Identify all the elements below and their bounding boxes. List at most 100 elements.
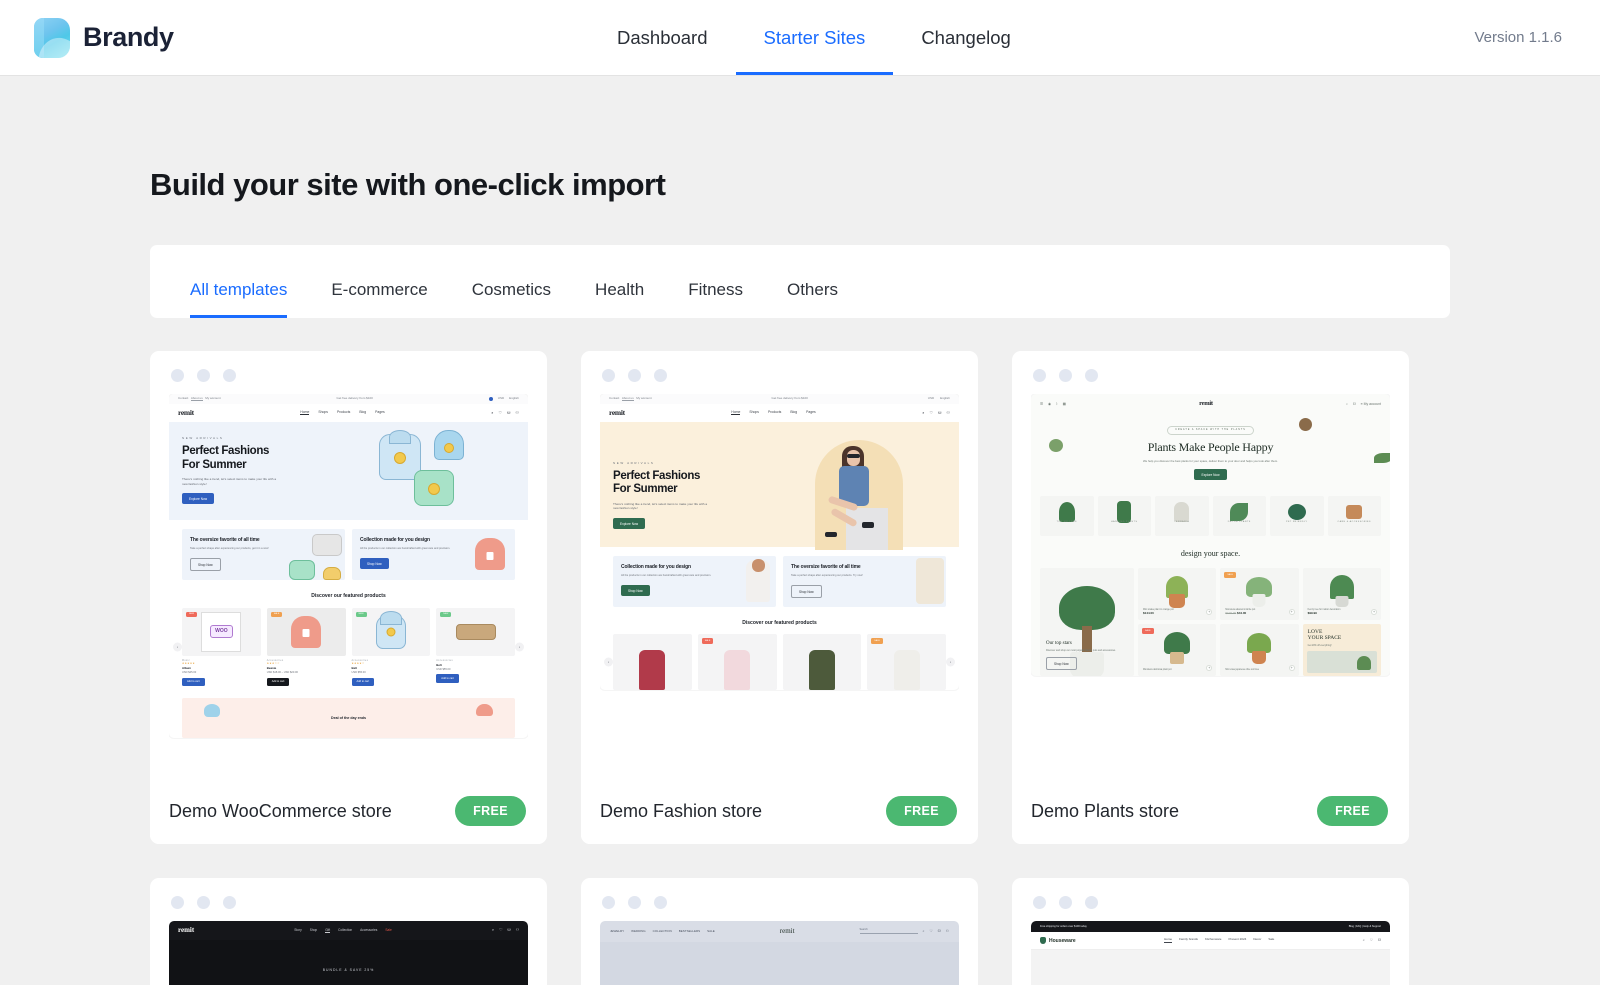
preview-banner-cta: Shop Now	[360, 558, 389, 570]
preview-subtext: We help you discover the best plants for…	[1143, 458, 1278, 463]
browser-dot-icon	[197, 369, 210, 382]
browser-dot-icon	[628, 369, 641, 382]
carousel-next-icon: ›	[946, 657, 955, 667]
search-icon: ⌕	[1362, 938, 1365, 943]
version-label: Version 1.1.6	[1474, 29, 1562, 46]
preview-nav-link: Accessories	[360, 927, 378, 932]
nav-item-changelog[interactable]: Changelog	[893, 0, 1039, 75]
preview-product: SALE Monstera deliciosa plant pot +	[1138, 624, 1217, 677]
brandy-b-logo-icon	[34, 17, 70, 58]
link-icon: ⌇	[1056, 401, 1058, 406]
preview-category: CARE & ACCESSORIES	[1327, 496, 1381, 537]
product-rating: ★★★☆☆	[266, 662, 280, 666]
preview-nav-link: Pages	[806, 409, 816, 414]
add-icon: +	[1206, 665, 1213, 672]
hat-illustration	[323, 567, 341, 581]
category-label: CARE & ACCESSORIES	[1337, 521, 1371, 524]
preview-nav-link: Blog	[359, 410, 367, 415]
promo-line-3: Get 20% off everything!	[1307, 645, 1332, 648]
brand-name: Brandy	[83, 22, 174, 52]
cart-icon: ⛁	[507, 928, 511, 932]
browser-dot-icon	[602, 369, 615, 382]
tab-cosmetics[interactable]: Cosmetics	[450, 280, 573, 318]
menu-icon: ☰	[1040, 401, 1044, 406]
preview-product: SALE	[867, 634, 946, 691]
template-card-woocommerce[interactable]: Contact About us My account Get free del…	[150, 351, 547, 844]
model-hair	[752, 559, 765, 573]
preview-cta-button: Explore Now	[613, 518, 646, 530]
preview-pill: CREATE A SPACE WITH THE PLANTS	[1167, 426, 1254, 435]
product-tag: SALE	[871, 638, 883, 645]
product-name: Monstera deliciosa plant pot	[1143, 669, 1172, 672]
template-card-dark[interactable]: remit Story Shop Gift Collection Accesso…	[150, 878, 547, 985]
product-tag: NEW	[440, 611, 452, 618]
product-price: USD $45.00	[182, 670, 197, 674]
announcement-right: Blog | FAQ | Help & Support	[1348, 925, 1381, 928]
search-icon: ⌕	[491, 410, 494, 416]
hero-pedestal	[846, 508, 888, 551]
preview-topbar-link: Contact	[609, 396, 620, 400]
cart-icon: ⛁	[507, 410, 511, 416]
template-card-jewelry[interactable]: JEWELRY WEDDING COLLECTION BESTSELLERS S…	[581, 878, 978, 985]
preview-nav-link: WEDDING	[631, 928, 646, 933]
preview-category: HANGING PLANTS	[1097, 496, 1151, 537]
browser-dot-icon	[223, 896, 236, 909]
nav-item-starter-sites[interactable]: Starter Sites	[735, 0, 894, 75]
tab-e-commerce[interactable]: E-commerce	[309, 280, 449, 318]
tab-others[interactable]: Others	[765, 280, 860, 318]
preview-topbar-promo: Get free delivery from $100	[771, 396, 808, 400]
browser-dot-icon	[197, 896, 210, 909]
preview-banner-cta: Shop Now	[791, 585, 822, 599]
template-preview-woocommerce: Contact About us My account Get free del…	[169, 394, 528, 778]
tab-health[interactable]: Health	[573, 280, 666, 318]
search-icon: ⌕	[922, 409, 925, 415]
add-to-cart-button: Add to cart	[266, 677, 290, 686]
preview-section-title: design your space.	[1180, 549, 1241, 559]
browser-dot-icon	[171, 896, 184, 909]
preview-currency: USD	[497, 396, 505, 401]
preview-product: Mini snake plant in orange pot $144.00 +	[1138, 568, 1217, 621]
preview-banner-1: The oversize favorite of all time Take a…	[182, 529, 345, 581]
shirt-illustration	[312, 534, 342, 557]
preview-nav-link: Home	[300, 410, 310, 416]
template-preview-houseware: Free shipping for orders over $100 today…	[1031, 921, 1390, 985]
heart-icon: ♡	[1369, 938, 1373, 943]
product-price: $144.00	[1143, 611, 1154, 616]
preview-logo: remit	[178, 408, 194, 417]
announcement-left: Free shipping for orders over $100 today	[1040, 925, 1087, 928]
template-card-houseware[interactable]: Free shipping for orders over $100 today…	[1012, 878, 1409, 985]
preview-banner-text: All the products in our collection are h…	[621, 574, 712, 578]
preview-subtext: There's nothing like a trend, let's sele…	[182, 477, 277, 486]
beanie-illustration	[434, 430, 464, 461]
preview-section-title: Discover our featured products	[742, 620, 817, 627]
tab-all-templates[interactable]: All templates	[168, 280, 309, 318]
nav-item-dashboard[interactable]: Dashboard	[589, 0, 736, 75]
user-icon: ⚇	[515, 928, 519, 932]
preview-headline-2: For Summer	[182, 458, 247, 471]
preview-logo: remit	[178, 926, 195, 934]
preview-topbar-link: Contact	[178, 396, 189, 401]
template-card-fashion[interactable]: Contact About us My account Get free del…	[581, 351, 978, 844]
preview-nav-link: Gift	[325, 927, 331, 933]
preview-product: SALE Monstera adansonii white pot $109.0…	[1220, 568, 1299, 621]
user-icon: ⚇	[945, 929, 949, 934]
preview-banner-2: Collection made for you design All the p…	[352, 529, 515, 581]
preview-cta-button: Explore Now	[1194, 469, 1227, 481]
product-category: Accessories	[436, 659, 454, 662]
carousel-prev-icon: ‹	[604, 657, 613, 667]
brand[interactable]: Brandy	[34, 17, 454, 58]
tee-illustration	[414, 470, 454, 507]
template-card-plants[interactable]: ☰ ◉ ⌇ ▦ remit ⌕ ⛁ ≡ My account CREATE A …	[1012, 351, 1409, 844]
preview-nav-link: Shop	[309, 927, 318, 932]
floral-dress	[916, 558, 944, 605]
preview-nav-link: Shops	[749, 409, 759, 414]
template-preview-fashion: Contact About us My account Get free del…	[600, 394, 959, 778]
model-shoe	[862, 522, 874, 529]
browser-dots	[581, 878, 978, 921]
account-label: ≡ My account	[1360, 401, 1381, 406]
preview-section-title: Discover our featured products	[311, 593, 386, 600]
product-price: USD $18.00 – USD $20.00	[266, 670, 298, 674]
card-title: Demo Plants store	[1031, 800, 1180, 821]
browser-dots	[150, 878, 547, 921]
tab-fitness[interactable]: Fitness	[666, 280, 765, 318]
